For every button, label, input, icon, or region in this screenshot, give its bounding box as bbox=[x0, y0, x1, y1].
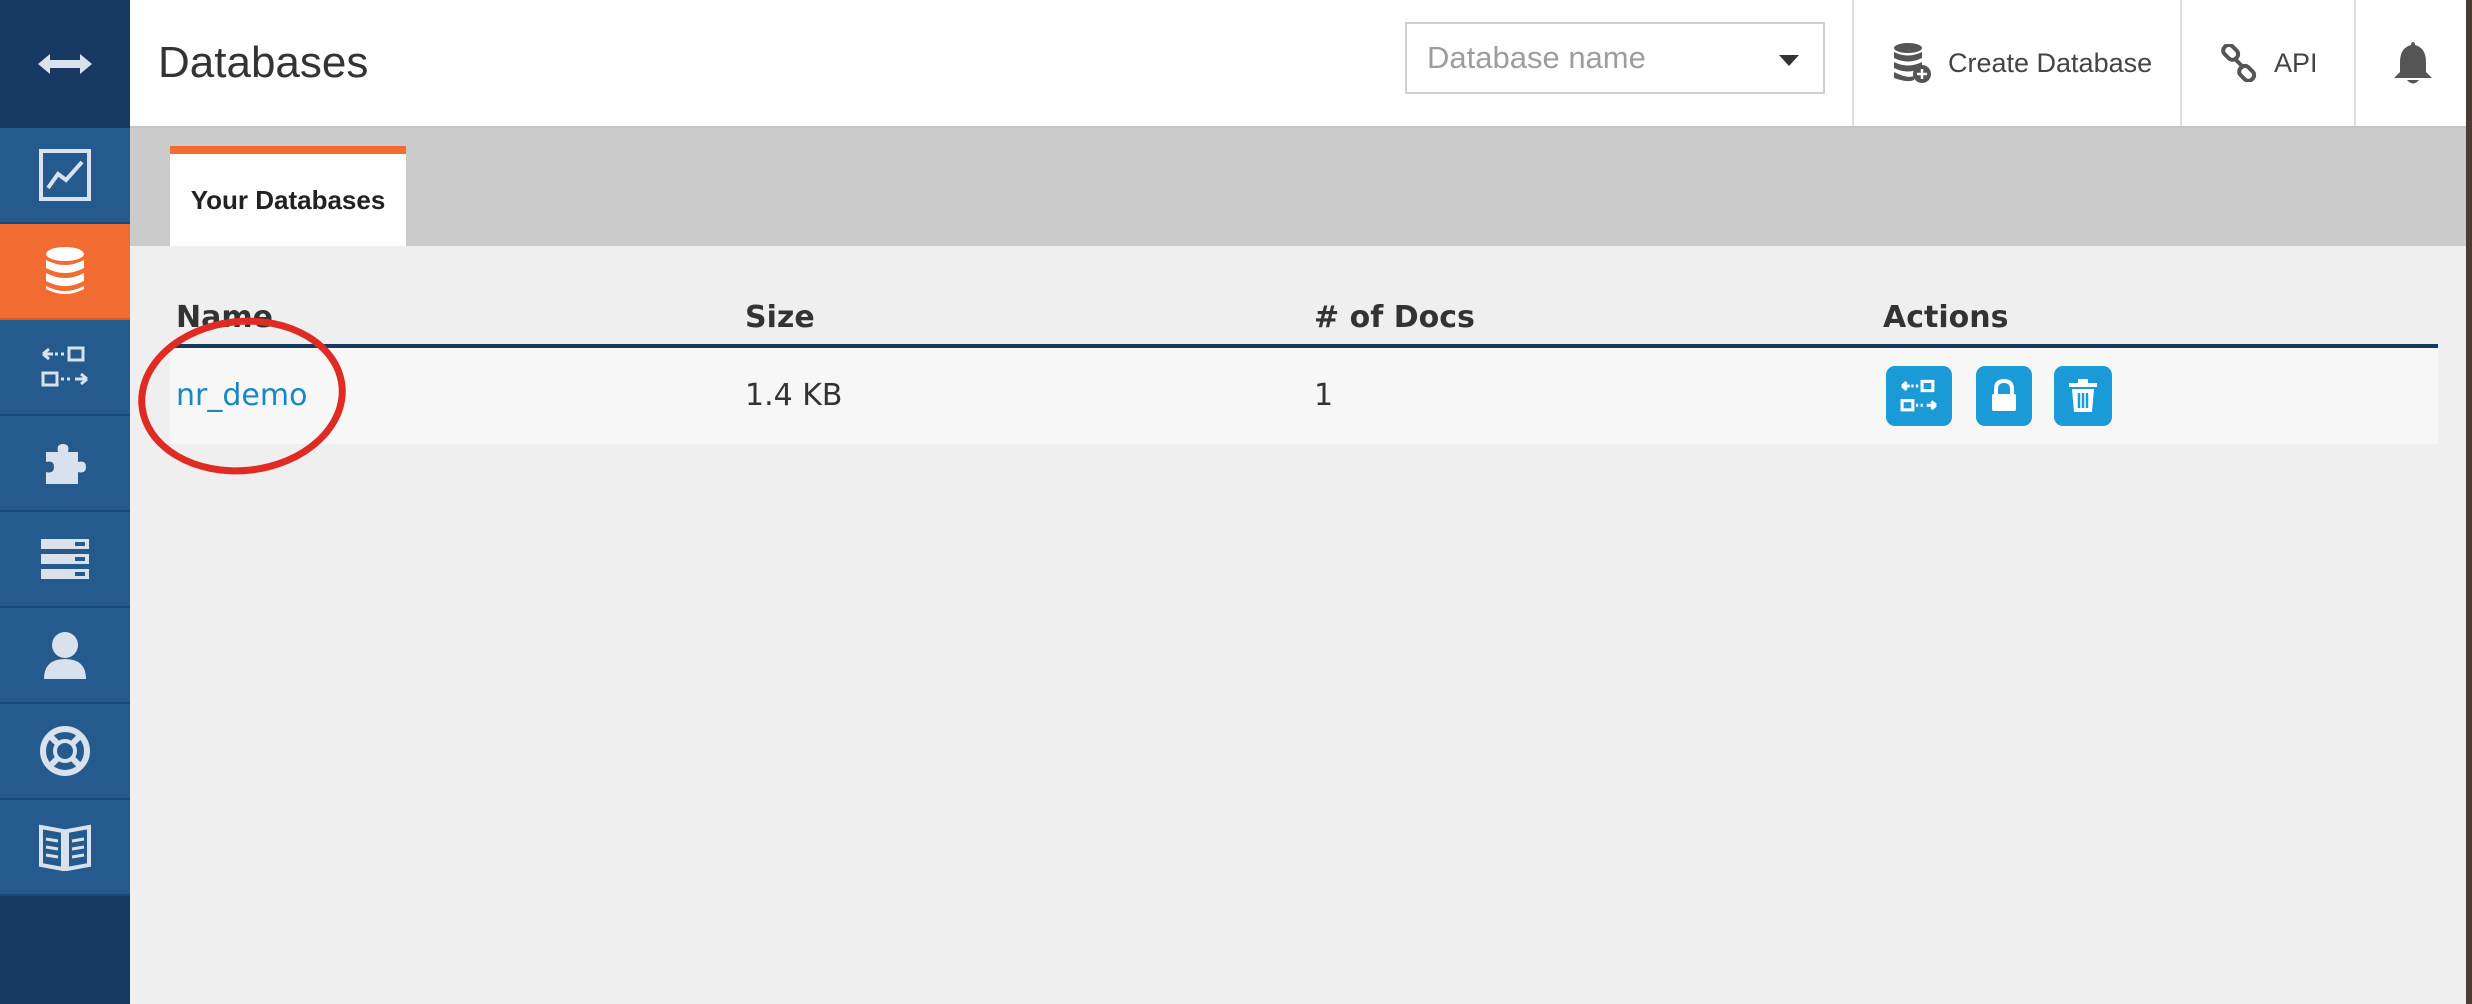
puzzle-icon bbox=[46, 444, 86, 484]
database-doc-count: 1 bbox=[1314, 378, 1334, 413]
lock-icon bbox=[1992, 379, 2016, 411]
sidebar-item-docs[interactable] bbox=[0, 800, 130, 896]
sidebar-item-plugins[interactable] bbox=[0, 416, 130, 512]
top-header: Databases Database name Create Database bbox=[130, 0, 2472, 128]
column-header-name: Name bbox=[176, 300, 273, 335]
sidebar-item-databases[interactable] bbox=[0, 224, 130, 320]
replication-icon bbox=[41, 346, 88, 387]
header-divider bbox=[2180, 0, 2182, 126]
database-add-icon bbox=[1894, 43, 1931, 83]
create-database-label: Create Database bbox=[1948, 47, 2153, 78]
user-icon bbox=[44, 632, 86, 679]
database-size: 1.4 KB bbox=[745, 378, 843, 413]
api-label: API bbox=[2274, 47, 2318, 78]
sidebar-item-activity[interactable] bbox=[0, 128, 130, 224]
bell-icon bbox=[2394, 42, 2432, 84]
database-link[interactable]: nr_demo bbox=[176, 378, 307, 413]
lifebuoy-icon bbox=[40, 726, 90, 776]
chevron-down-icon bbox=[1779, 55, 1799, 66]
sidebar bbox=[0, 0, 130, 1004]
sidebar-item-support[interactable] bbox=[0, 704, 130, 800]
column-header-actions: Actions bbox=[1883, 300, 2009, 335]
delete-button[interactable] bbox=[2054, 366, 2112, 426]
column-header-docs: # of Docs bbox=[1314, 300, 1475, 335]
tab-your-databases[interactable]: Your Databases bbox=[170, 146, 406, 246]
link-icon bbox=[2221, 44, 2257, 82]
table-header: Name Size # of Docs Actions bbox=[170, 288, 2438, 348]
header-divider bbox=[1852, 0, 1854, 126]
main-content: Your Databases Name Size # of Docs Actio… bbox=[130, 128, 2472, 1004]
expand-arrows-icon bbox=[38, 54, 92, 74]
sidebar-item-account[interactable] bbox=[0, 608, 130, 704]
server-stack-icon bbox=[41, 539, 89, 579]
database-name-select[interactable]: Database name bbox=[1405, 22, 1825, 94]
table-row: nr_demo 1.4 KB 1 bbox=[170, 348, 2438, 444]
databases-table: Name Size # of Docs Actions nr_demo 1.4 … bbox=[170, 288, 2438, 444]
database-select-placeholder: Database name bbox=[1427, 40, 1646, 75]
database-icon bbox=[46, 247, 84, 294]
activity-chart-icon bbox=[39, 149, 91, 201]
sidebar-toggle-button[interactable] bbox=[0, 0, 130, 128]
replicate-button[interactable] bbox=[1886, 366, 1952, 426]
sidebar-item-servers[interactable] bbox=[0, 512, 130, 608]
column-header-size: Size bbox=[745, 300, 815, 335]
app-window: Databases Database name Create Database bbox=[0, 0, 2472, 1004]
sidebar-item-replication[interactable] bbox=[0, 320, 130, 416]
tab-label: Your Databases bbox=[190, 184, 386, 215]
book-icon bbox=[39, 824, 91, 871]
page-title: Databases bbox=[158, 38, 369, 87]
create-database-button[interactable]: Create Database bbox=[1892, 0, 2152, 126]
window-edge bbox=[2466, 0, 2472, 1004]
replication-icon bbox=[1900, 379, 1937, 412]
notifications-button[interactable] bbox=[2392, 0, 2434, 126]
api-button[interactable]: API bbox=[2220, 0, 2318, 126]
header-divider bbox=[2354, 0, 2356, 126]
permissions-button[interactable] bbox=[1976, 366, 2032, 426]
trash-icon bbox=[2069, 379, 2097, 412]
tab-bar: Your Databases bbox=[130, 128, 2472, 246]
